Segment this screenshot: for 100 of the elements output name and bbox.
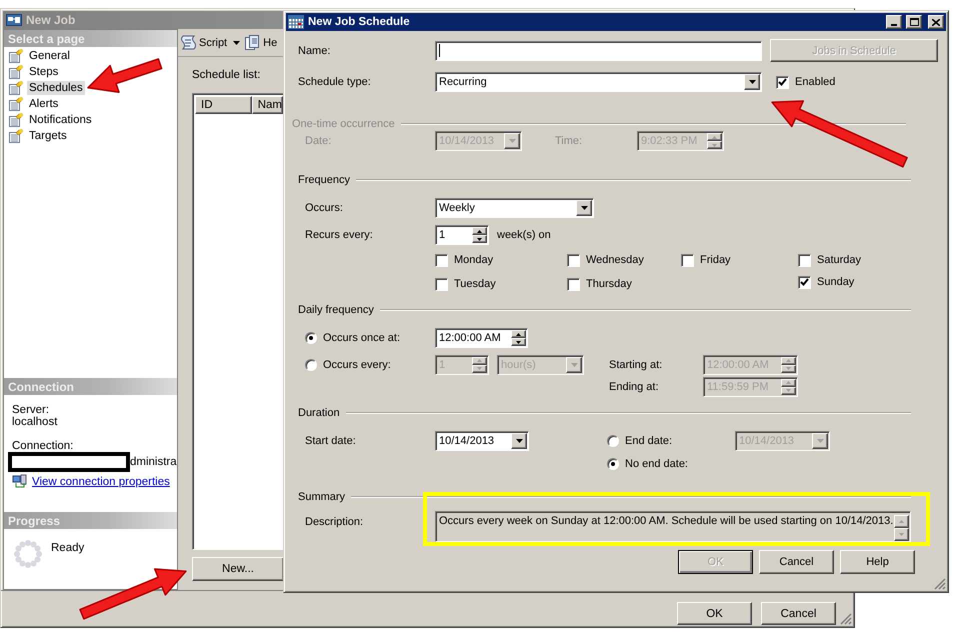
radio-label: Occurs every: [323,358,391,370]
checkbox[interactable] [681,254,694,266]
page-list-item[interactable]: Targets [27,129,69,143]
date-field[interactable]: 10/14/2013 [435,431,529,451]
group-title: One-time occurrence [292,118,395,130]
schedule-type-dropdown[interactable]: Recurring [435,72,762,92]
scroll-down-button[interactable] [894,528,909,541]
page-icon [8,80,24,96]
unit-label: week(s) on [497,229,551,241]
resize-grip-icon [840,613,852,625]
field-label: Start date: [305,435,356,447]
field-label: Time: [555,135,582,147]
spin-up-button[interactable] [707,133,722,141]
field-label: Recurs every: [305,229,373,241]
caret-up-icon [786,381,791,384]
column-header[interactable]: Nam [252,96,283,114]
caret-up-icon [712,136,717,138]
caret-up-icon [516,332,521,336]
section-header: Progress [4,512,177,529]
field-label: Occurs: [305,202,343,214]
checkbox[interactable] [435,278,448,290]
spin-down-button[interactable] [707,141,722,149]
page-icon [8,64,24,80]
new-button[interactable]: New... [192,557,284,581]
page-icon [8,112,24,128]
checkbox[interactable] [567,254,580,266]
dialog-button[interactable]: Cancel [759,550,834,574]
time-field[interactable]: 12:00:00 AM [435,328,528,348]
radio-label: Occurs once at: [323,332,400,344]
spin-up-button[interactable] [781,356,796,364]
view-connection-link[interactable]: View connection properties [32,476,170,488]
toolbar-button[interactable]: Script [180,32,240,54]
dialog-title: New Job Schedule [308,16,411,28]
radio-button[interactable] [607,435,619,447]
page-list-item[interactable]: Schedules [27,81,85,95]
connection-user: dministra [130,456,177,468]
document-icon [244,34,262,51]
caret-down-icon [516,439,522,443]
group-title: Summary [298,491,346,503]
spin-up-button[interactable] [781,378,796,386]
radio-label: No end date: [625,458,688,470]
caret-down-icon [508,139,516,143]
day-checkbox-label: Friday [700,254,731,266]
group-title: Frequency [298,174,350,186]
dropdown-button[interactable] [576,200,592,216]
dropdown-button[interactable] [511,433,527,449]
column-header[interactable]: ID [195,96,252,114]
toolbar-button[interactable]: He [244,32,278,54]
spin-up-button[interactable] [472,356,487,364]
field-label: Name: [298,44,330,56]
caret-down-icon [816,439,824,443]
occurs-dropdown[interactable]: Weekly [435,198,594,218]
status-text: Ready [51,542,84,554]
page-list-item[interactable]: Steps [27,65,60,79]
field-label: Server: [12,404,50,416]
description-field[interactable]: Occurs every week on Sunday at 12:00:00 AM. Schedule will be used starting on 10/14/2013. [435,511,911,542]
window-button[interactable]: OK [677,602,752,625]
page-list-item[interactable]: Notifications [27,113,94,127]
caret-up-icon [899,520,904,523]
close-button[interactable] [928,15,944,29]
day-checkbox-label: Monday [454,254,494,266]
checkbox[interactable] [798,254,811,266]
day-checkbox-label: Tuesday [454,278,496,290]
spin-down-button[interactable] [511,338,526,346]
spin-up-button[interactable] [511,330,526,338]
recurs-spin-field[interactable]: 1 [435,225,489,245]
maximize-button[interactable] [906,15,922,29]
connection-icon [12,474,28,490]
minimize-icon [891,24,897,26]
checkbox[interactable] [798,276,811,288]
window-title: New Job [26,13,76,27]
caret-up-icon [477,230,482,232]
dialog-button[interactable]: Help [840,550,915,574]
dropdown-button[interactable] [744,74,760,90]
dropdown-button[interactable] [812,433,828,449]
caret-down-icon [570,362,578,366]
close-icon [932,18,940,26]
page-list-item[interactable]: Alerts [27,97,60,111]
spin-up-button[interactable] [472,227,487,235]
name-field[interactable] [435,40,762,60]
page-list-item[interactable]: General [27,49,72,63]
checkbox[interactable] [776,76,789,88]
caret-down-icon [580,206,588,210]
checkbox[interactable] [567,278,580,290]
window-button[interactable]: Cancel [761,602,836,625]
page-icon [8,128,24,144]
calendar-icon [288,15,304,29]
radio-button[interactable] [305,332,317,344]
scroll-up-button[interactable] [894,515,909,528]
spin-down-button[interactable] [472,235,487,243]
radio-button[interactable] [607,458,619,470]
radio-button[interactable] [305,358,317,370]
spinner-icon [13,539,43,569]
caret-down-icon [712,144,717,146]
dropdown-button[interactable] [566,356,582,372]
minimize-button[interactable] [886,15,902,29]
check-icon [778,78,787,86]
schedule-list[interactable]: ID Nam [192,93,284,550]
caret-down-icon [477,367,482,370]
checkbox[interactable] [435,254,448,266]
